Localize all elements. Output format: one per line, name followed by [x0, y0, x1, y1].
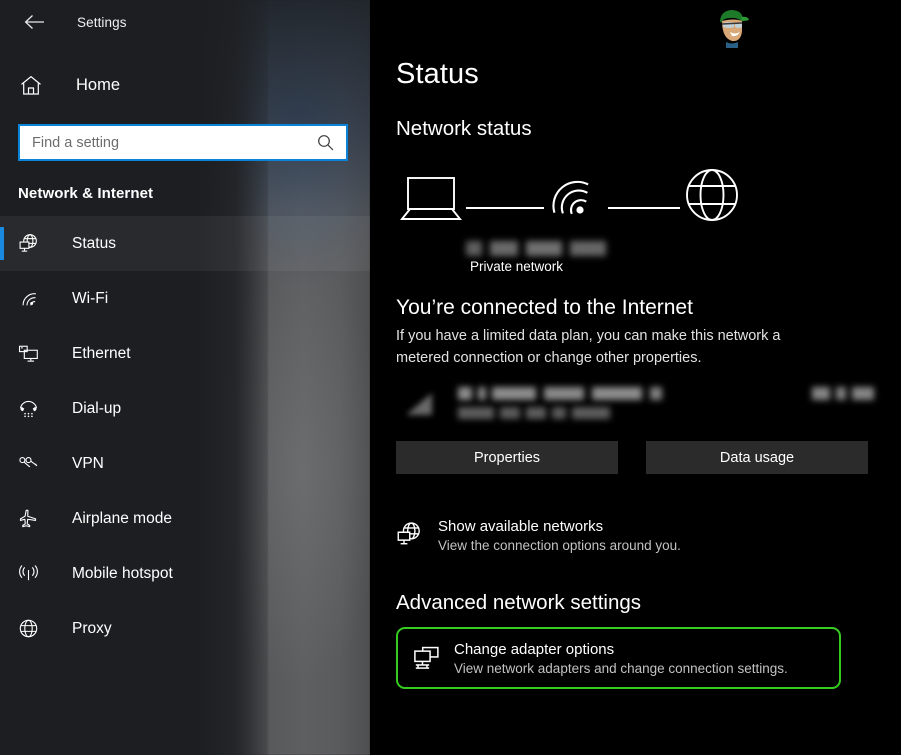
search-input[interactable]: [32, 134, 317, 151]
ethernet-icon: [18, 343, 46, 364]
sidebar-section-title: Network & Internet: [18, 185, 154, 202]
network-status-heading: Network status: [396, 117, 532, 140]
hotspot-icon: [18, 563, 46, 584]
properties-button[interactable]: Properties: [396, 441, 618, 474]
network-status-icon: [18, 233, 46, 254]
network-status-icon: [396, 518, 438, 553]
sidebar-item-label: Airplane mode: [72, 509, 172, 527]
globe-icon: [18, 618, 46, 639]
sidebar-item-label: Mobile hotspot: [72, 564, 173, 582]
wifi-icon: [18, 288, 46, 309]
home-icon: [20, 75, 50, 96]
search-box[interactable]: [18, 124, 348, 161]
home-label: Home: [76, 75, 121, 94]
change-adapter-options-link[interactable]: Change adapter options View network adap…: [396, 627, 841, 689]
sidebar-item-airplane-mode[interactable]: Airplane mode: [0, 491, 370, 546]
usage-amount-redacted: [812, 387, 874, 400]
advanced-settings-heading: Advanced network settings: [396, 591, 641, 614]
sidebar-item-proxy[interactable]: Proxy: [0, 601, 370, 656]
mascot-avatar-icon: [708, 4, 754, 50]
sidebar-item-label: Status: [72, 234, 116, 252]
window-title: Settings: [77, 14, 127, 30]
show-networks-subtitle: View the connection options around you.: [438, 538, 681, 553]
sidebar-item-label: Dial-up: [72, 399, 122, 417]
back-arrow-icon[interactable]: [17, 7, 51, 37]
diagram-link-device-to-network: [466, 207, 544, 209]
vpn-icon: [18, 453, 46, 474]
network-name-redacted: [466, 241, 634, 256]
show-available-networks-link[interactable]: Show available networks View the connect…: [396, 518, 901, 553]
sidebar-item-label: Proxy: [72, 619, 112, 637]
sidebar-item-wifi[interactable]: Wi-Fi: [0, 271, 370, 326]
data-usage-button[interactable]: Data usage: [646, 441, 868, 474]
title-bar: Settings: [0, 0, 370, 44]
data-usage-summary-row: [396, 383, 874, 431]
network-diagram: [396, 163, 756, 239]
airplane-icon: [18, 508, 46, 529]
wifi-signal-icon: [402, 389, 436, 419]
main-content: Status Network status Private network Yo…: [370, 0, 901, 755]
network-type-label: Private network: [470, 259, 564, 274]
adapter-monitors-icon: [412, 645, 454, 672]
diagram-link-network-to-internet: [608, 207, 680, 209]
dialup-phone-icon: [18, 398, 46, 419]
search-icon[interactable]: [317, 134, 338, 151]
globe-icon: [684, 167, 740, 228]
settings-window: Settings Home Find a setting Network & I…: [0, 0, 901, 755]
laptop-icon: [398, 173, 464, 230]
usage-period-redacted: [458, 407, 610, 419]
sidebar-item-mobile-hotspot[interactable]: Mobile hotspot: [0, 546, 370, 601]
action-button-row: Properties Data usage: [396, 441, 901, 474]
sidebar-item-ethernet[interactable]: Ethernet: [0, 326, 370, 381]
connected-heading: You’re connected to the Internet: [396, 296, 693, 319]
sidebar-item-status[interactable]: Status: [0, 216, 370, 271]
sidebar-item-vpn[interactable]: VPN: [0, 436, 370, 491]
sidebar-nav: Status Wi-Fi Ethernet Dial-up VPN Airpla…: [0, 216, 370, 656]
wifi-icon: [544, 165, 596, 226]
adapter-options-subtitle: View network adapters and change connect…: [454, 660, 788, 676]
sidebar-item-label: Wi-Fi: [72, 289, 109, 307]
selection-accent-bar: [0, 227, 4, 260]
sidebar: Settings Home Find a setting Network & I…: [0, 0, 370, 755]
usage-network-name-redacted: [458, 387, 666, 400]
sidebar-item-label: Ethernet: [72, 344, 131, 362]
sidebar-item-dialup[interactable]: Dial-up: [0, 381, 370, 436]
show-networks-title: Show available networks: [438, 518, 604, 535]
sidebar-item-label: VPN: [72, 454, 104, 472]
adapter-options-title: Change adapter options: [454, 640, 615, 658]
sidebar-item-home[interactable]: Home: [0, 64, 370, 106]
connected-description: If you have a limited data plan, you can…: [396, 328, 781, 366]
page-title: Status: [396, 58, 479, 90]
